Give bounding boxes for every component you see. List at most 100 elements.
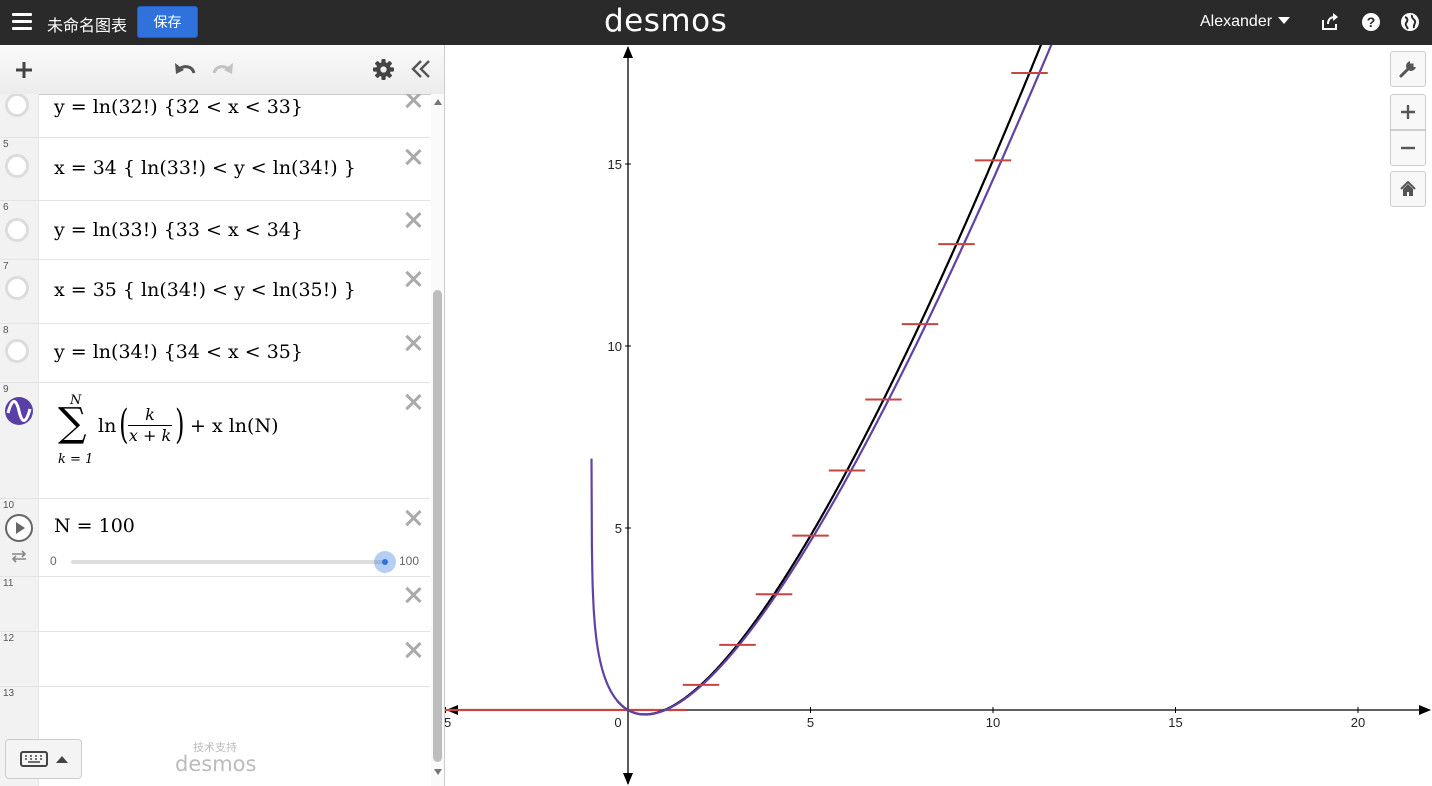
sum-expression[interactable]: N ∑ k = 1 ln ( k x + k ) + x ln(N) <box>58 393 278 493</box>
color-toggle[interactable] <box>5 218 29 242</box>
expression-gutter: 7 <box>0 260 39 323</box>
loop-icon[interactable] <box>10 549 28 563</box>
scroll-up-icon[interactable] <box>434 99 442 105</box>
y-tick-label: 5 <box>615 521 622 536</box>
delete-expression-icon[interactable] <box>403 508 423 528</box>
fraction: k x + k <box>128 405 172 445</box>
user-name: Alexander <box>1200 13 1273 30</box>
right-paren: ) <box>175 402 185 448</box>
expression-math[interactable]: y = ln(32!) {32 < x < 33} <box>54 96 303 118</box>
expression-list: y = ln(32!) {32 < x < 33} 5 x = 34 { ln(… <box>0 94 430 786</box>
slider-track[interactable] <box>71 560 385 564</box>
scrollbar[interactable] <box>431 94 444 786</box>
scroll-thumb[interactable] <box>433 290 442 762</box>
expression-gutter: 10 <box>0 499 39 576</box>
desmos-logo: desmos <box>604 3 728 39</box>
expression-number: 5 <box>3 139 9 150</box>
slider-expression[interactable]: N = 100 <box>54 515 135 537</box>
zoom-in-button[interactable] <box>1390 94 1426 130</box>
graph-settings-button[interactable] <box>1390 51 1426 87</box>
expression-row[interactable]: 6 y = ln(33!) {33 < x < 34} <box>0 201 430 260</box>
expression-row[interactable]: 9 N ∑ k = 1 ln ( k x + k ) + x ln(N) <box>0 383 430 499</box>
collapse-panel-icon[interactable] <box>410 59 432 79</box>
y-tick-label: 15 <box>608 157 622 172</box>
settings-gear-icon[interactable] <box>373 59 394 80</box>
slider-max[interactable]: 100 <box>399 554 419 568</box>
delete-expression-icon[interactable] <box>403 210 423 230</box>
caret-down-icon <box>1278 17 1291 24</box>
expression-row[interactable]: 7 x = 35 { ln(34!) < y < ln(35!) } <box>0 260 430 324</box>
add-expression-icon[interactable] <box>14 60 34 80</box>
slider-handle[interactable] <box>374 551 396 573</box>
expression-number: 11 <box>3 578 14 589</box>
x-tick-label: 0 <box>614 715 621 730</box>
color-toggle[interactable] <box>5 154 29 178</box>
fraction-denominator: x + k <box>128 425 172 445</box>
axis-labels: -5 0 5 10 15 20 5 10 15 <box>445 157 1365 730</box>
y-tick-label: 10 <box>608 339 622 354</box>
redo-icon[interactable] <box>210 59 236 79</box>
fraction-numerator: k <box>145 405 155 424</box>
powered-by[interactable]: 技术支持 desmos <box>175 739 256 775</box>
delete-expression-icon[interactable] <box>403 147 423 167</box>
delete-expression-icon[interactable] <box>403 640 423 660</box>
delete-expression-icon[interactable] <box>403 333 423 353</box>
default-view-button[interactable] <box>1390 171 1426 207</box>
caret-up-icon <box>56 756 68 763</box>
expression-number: 9 <box>3 384 9 395</box>
share-icon[interactable] <box>1320 12 1340 32</box>
expression-number: 6 <box>3 202 9 213</box>
x-tick-label: 15 <box>1168 715 1182 730</box>
expression-gutter: 12 <box>0 632 39 686</box>
color-toggle[interactable] <box>5 276 29 300</box>
black-curve-lngamma <box>616 45 1043 716</box>
expression-panel: y = ln(32!) {32 < x < 33} 5 x = 34 { ln(… <box>0 45 445 786</box>
delete-expression-icon[interactable] <box>403 585 423 605</box>
scroll-down-icon[interactable] <box>434 769 442 775</box>
expression-gutter: 9 <box>0 383 39 498</box>
expression-number: 10 <box>3 500 15 511</box>
y-axis-arrow-up <box>623 46 633 58</box>
expression-gutter: 5 <box>0 138 39 200</box>
expression-math[interactable]: y = ln(33!) {33 < x < 34} <box>54 219 303 241</box>
minus-icon <box>1401 146 1415 150</box>
expression-math[interactable]: y = ln(34!) {34 < x < 35} <box>54 341 303 363</box>
slider-min[interactable]: 0 <box>50 554 57 568</box>
expression-number: 12 <box>3 633 15 644</box>
color-toggle[interactable] <box>5 94 29 117</box>
expression-row[interactable]: 11 <box>0 577 430 632</box>
help-icon[interactable]: ? <box>1361 12 1381 32</box>
expression-toolbar <box>0 45 444 95</box>
expression-gutter: 11 <box>0 577 39 631</box>
x-tick-label: 10 <box>986 715 1000 730</box>
zoom-out-button[interactable] <box>1390 130 1426 166</box>
expression-row[interactable]: 12 <box>0 632 430 687</box>
globe-icon[interactable] <box>1400 12 1420 32</box>
undo-icon[interactable] <box>172 59 198 79</box>
expression-row[interactable]: y = ln(32!) {32 < x < 33} <box>0 94 430 138</box>
expression-math[interactable]: x = 35 { ln(34!) < y < ln(35!) } <box>54 279 356 301</box>
expression-number: 8 <box>3 325 9 336</box>
expression-row[interactable]: 5 x = 34 { ln(33!) < y < ln(34!) } <box>0 138 430 201</box>
graph-title[interactable]: 未命名图表 <box>47 12 127 36</box>
expression-number: 7 <box>3 261 9 272</box>
color-toggle[interactable] <box>5 339 29 363</box>
x-axis-arrow-right <box>1419 705 1431 715</box>
y-axis-arrow-down <box>623 773 633 785</box>
graph-wave-icon[interactable] <box>4 396 34 426</box>
keyboard-toggle-button[interactable] <box>5 739 82 779</box>
user-menu[interactable]: Alexander <box>1200 13 1291 31</box>
hamburger-menu-icon[interactable] <box>12 13 32 31</box>
plus-icon <box>1401 105 1415 119</box>
play-icon[interactable] <box>4 513 34 543</box>
expression-row[interactable]: 8 y = ln(34!) {34 < x < 35} <box>0 324 430 383</box>
sum-rest: + x ln(N) <box>190 415 279 437</box>
graph-canvas[interactable]: -5 0 5 10 15 20 5 10 15 <box>445 45 1432 786</box>
delete-expression-icon[interactable] <box>403 392 423 412</box>
slider-row[interactable]: 10 N = 100 0 100 <box>0 499 430 577</box>
home-icon <box>1400 181 1416 196</box>
delete-expression-icon[interactable] <box>403 269 423 289</box>
save-button[interactable]: 保存 <box>137 6 198 38</box>
delete-expression-icon[interactable] <box>403 94 423 110</box>
expression-math[interactable]: x = 34 { ln(33!) < y < ln(34!) } <box>54 157 356 179</box>
